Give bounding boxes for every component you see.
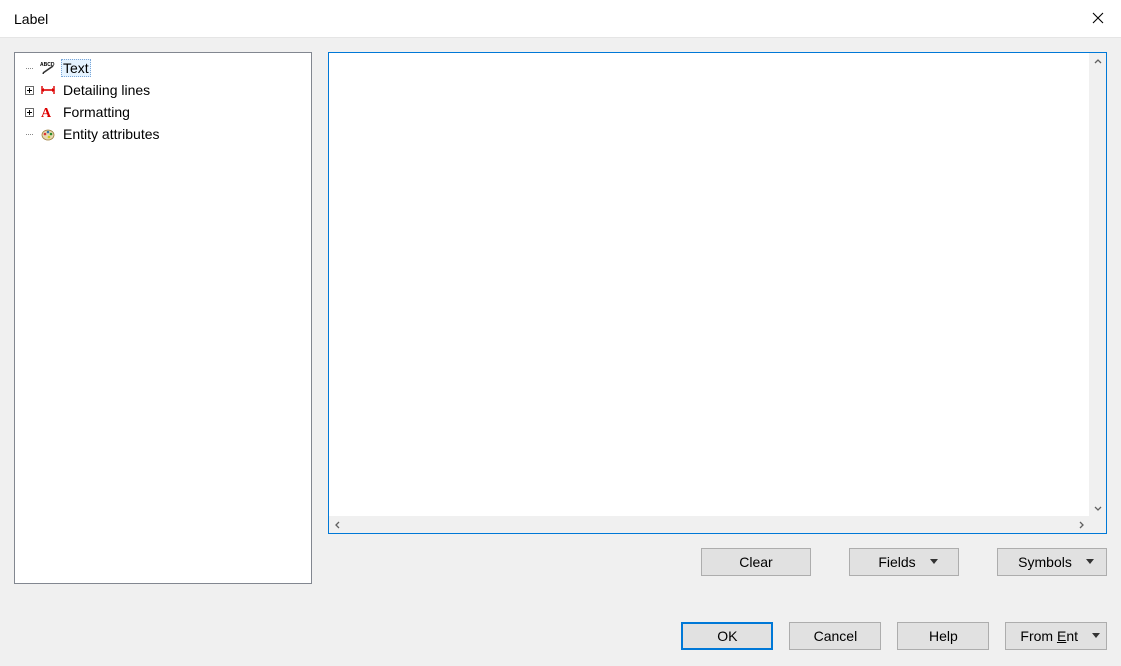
- tree-item-detailing-lines[interactable]: Detailing lines: [19, 79, 307, 101]
- editor-buttons-row: Clear Fields Symbols: [328, 548, 1107, 578]
- window-title: Label: [14, 11, 1075, 27]
- svg-text:A: A: [41, 106, 52, 120]
- tree-expander[interactable]: [19, 101, 39, 123]
- fields-button[interactable]: Fields: [849, 548, 959, 576]
- horizontal-scrollbar[interactable]: [329, 516, 1106, 533]
- tree-item-text[interactable]: ABCD Text: [19, 57, 307, 79]
- scroll-right-icon[interactable]: [1072, 516, 1089, 533]
- title-bar: Label: [0, 0, 1121, 38]
- scroll-up-icon[interactable]: [1089, 53, 1106, 70]
- button-label: Fields: [878, 554, 915, 570]
- dialog-buttons-row: OK Cancel Help From Ent: [328, 622, 1107, 652]
- tree-expander: [19, 123, 39, 145]
- help-button[interactable]: Help: [897, 622, 989, 650]
- close-button[interactable]: [1075, 0, 1121, 38]
- scroll-left-icon[interactable]: [329, 516, 346, 533]
- category-tree-panel: ABCD Text: [14, 52, 312, 584]
- tree-item-label: Detailing lines: [61, 82, 152, 98]
- dropdown-caret-icon: [1092, 633, 1100, 639]
- dropdown-caret-icon: [930, 559, 938, 565]
- button-label: From Ent: [1020, 628, 1078, 644]
- scroll-down-icon[interactable]: [1089, 499, 1106, 516]
- ok-button[interactable]: OK: [681, 622, 773, 650]
- label-text-editor-frame: [328, 52, 1107, 534]
- button-label: Clear: [739, 554, 772, 570]
- dropdown-caret-icon: [1086, 559, 1094, 565]
- format-a-icon: A: [39, 103, 57, 121]
- tree-expander[interactable]: [19, 79, 39, 101]
- button-label: Cancel: [814, 628, 858, 644]
- palette-icon: [39, 125, 57, 143]
- vertical-scrollbar[interactable]: [1089, 53, 1106, 516]
- label-text-input[interactable]: [329, 53, 523, 97]
- tree-item-formatting[interactable]: A Formatting: [19, 101, 307, 123]
- button-label: Help: [929, 628, 958, 644]
- cancel-button[interactable]: Cancel: [789, 622, 881, 650]
- clear-button[interactable]: Clear: [701, 548, 811, 576]
- tree-expander: [19, 57, 39, 79]
- symbols-button[interactable]: Symbols: [997, 548, 1107, 576]
- button-label: OK: [717, 628, 737, 644]
- tree-item-label: Text: [61, 59, 91, 77]
- button-label: Symbols: [1018, 554, 1072, 570]
- dialog-client-area: ABCD Text: [0, 38, 1121, 666]
- close-icon: [1092, 11, 1104, 27]
- category-tree[interactable]: ABCD Text: [15, 53, 311, 149]
- tree-item-label: Entity attributes: [61, 126, 162, 142]
- dimension-icon: [39, 81, 57, 99]
- text-annotation-icon: ABCD: [39, 59, 57, 77]
- from-ent-button[interactable]: From Ent: [1005, 622, 1107, 650]
- tree-item-entity-attributes[interactable]: Entity attributes: [19, 123, 307, 145]
- tree-item-label: Formatting: [61, 104, 132, 120]
